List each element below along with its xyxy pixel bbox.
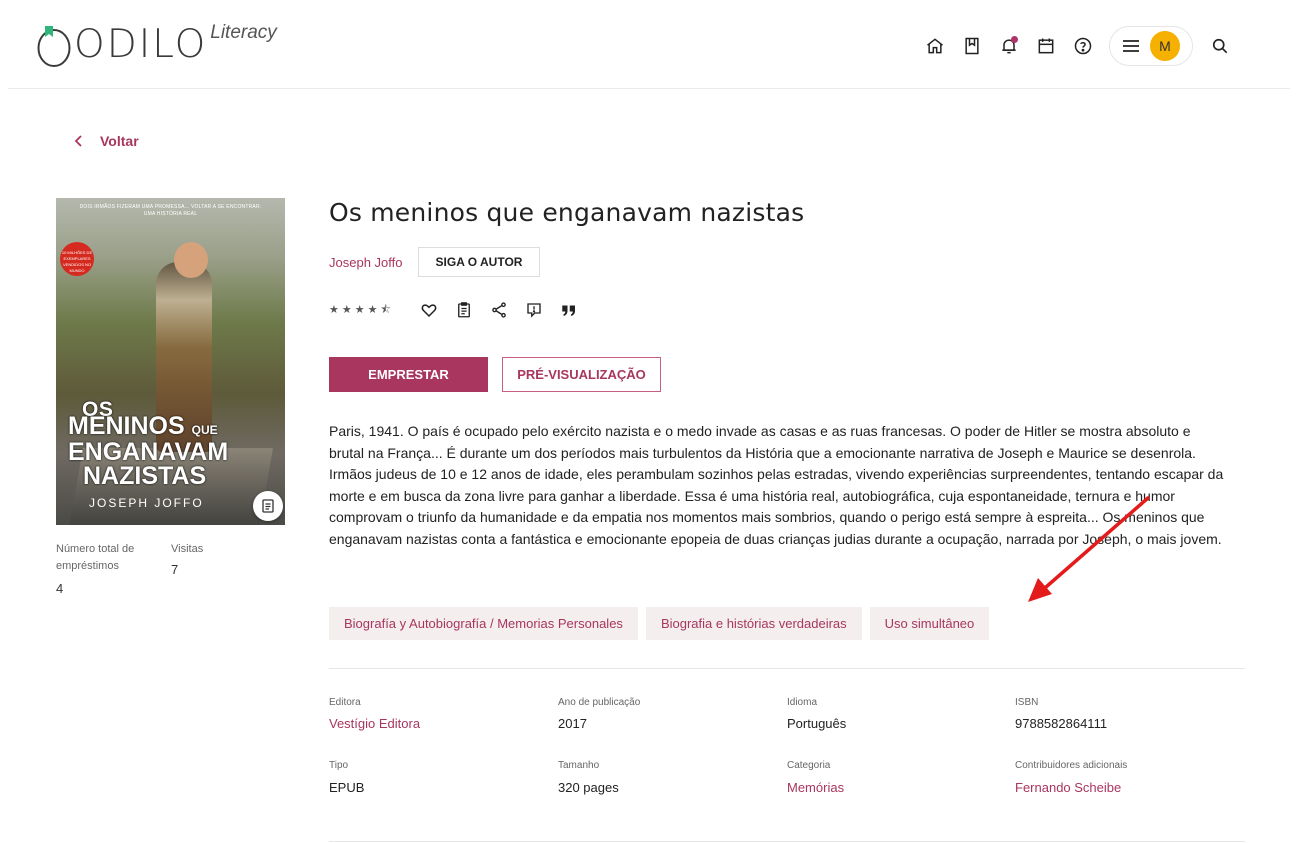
cover-author: JOSEPH JOFFO: [89, 496, 204, 510]
share-icon[interactable]: [488, 299, 510, 321]
contributors-label: Contribuidores adicionais: [1015, 760, 1128, 771]
clipboard-icon[interactable]: [453, 299, 475, 321]
details-divider-top: [329, 668, 1245, 669]
read-button[interactable]: [253, 491, 283, 521]
logo-sub: Literacy: [210, 22, 277, 43]
category-link[interactable]: Memórias: [787, 780, 844, 795]
publisher-label: Editora: [329, 697, 361, 708]
cover-tagline-1: DOIS IRMÃOS FIZERAM UMA PROMESSA... VOLT…: [79, 204, 262, 210]
calendar-icon[interactable]: [1029, 29, 1063, 63]
cover-title-que: QUE: [191, 423, 218, 437]
report-icon[interactable]: [523, 299, 545, 321]
year-label: Ano de publicação: [558, 697, 641, 708]
category-label: Categoria: [787, 760, 831, 771]
book-cover[interactable]: DOIS IRMÃOS FIZERAM UMA PROMESSA... VOLT…: [56, 198, 285, 525]
bell-icon[interactable]: [992, 29, 1026, 63]
nav-icons: M: [918, 26, 1240, 66]
star-rating[interactable]: ★★★★⯪: [329, 301, 394, 320]
odilo-logo[interactable]: ODILO Literacy: [36, 22, 277, 72]
book-icon: [262, 499, 274, 513]
cover-tagline-2: UMA HISTÓRIA REAL: [143, 211, 198, 217]
logo-word: ODILO: [74, 22, 208, 67]
back-label: Voltar: [100, 133, 139, 149]
search-icon[interactable]: [1203, 29, 1237, 63]
header: ODILO Literacy M: [0, 0, 1298, 90]
borrow-button[interactable]: EMPRESTAR: [329, 357, 488, 392]
size-value: 320 pages: [558, 780, 619, 795]
cover-badge: 10 MILHÕES DE EXEMPLARES VENDIDOS NO MUN…: [60, 242, 94, 276]
loans-label: Número total de empréstimos: [56, 543, 135, 572]
loans-value: 4: [56, 581, 64, 596]
cover-figure-head: [174, 242, 208, 278]
follow-author-button[interactable]: SIGA O AUTOR: [418, 247, 540, 277]
tag-biography-memoirs[interactable]: Biografía y Autobiografía / Memorias Per…: [329, 607, 638, 640]
book-description: Paris, 1941. O país é ocupado pelo exérc…: [329, 423, 1224, 547]
avatar: M: [1150, 31, 1180, 61]
preview-button[interactable]: PRÉ-VISUALIZAÇÃO: [502, 357, 661, 392]
type-value: EPUB: [329, 780, 365, 795]
notification-dot: [1011, 36, 1018, 43]
tag-simultaneous-use[interactable]: Uso simultâneo: [869, 607, 990, 640]
user-menu[interactable]: M: [1109, 26, 1193, 66]
cover-title-4: NAZISTAS: [83, 462, 207, 490]
home-icon[interactable]: [918, 29, 952, 63]
language-value: Português: [787, 716, 847, 731]
chevron-left-icon: [74, 135, 82, 147]
isbn-label: ISBN: [1015, 697, 1039, 708]
tag-true-stories[interactable]: Biografia e histórias verdadeiras: [645, 607, 862, 640]
details-divider-bottom: [329, 841, 1245, 842]
quote-icon[interactable]: [558, 299, 580, 321]
bookmark-icon[interactable]: [955, 29, 989, 63]
help-icon[interactable]: [1066, 29, 1100, 63]
back-link[interactable]: Voltar: [72, 133, 139, 149]
type-label: Tipo: [329, 760, 349, 771]
publisher-link[interactable]: Vestígio Editora: [329, 716, 420, 731]
visits-label: Visitas: [171, 543, 204, 555]
cover-tagline: DOIS IRMÃOS FIZERAM UMA PROMESSA... VOLT…: [56, 204, 285, 218]
author-link[interactable]: Joseph Joffo: [329, 255, 402, 270]
heart-icon[interactable]: [418, 299, 440, 321]
book-title: Os meninos que enganavam nazistas: [329, 198, 805, 227]
cover-title-2-text: MENINOS: [68, 412, 185, 440]
logo-ring-icon: [36, 24, 72, 67]
year-value: 2017: [558, 716, 587, 731]
action-bar: ★★★★⯪: [329, 298, 593, 322]
size-label: Tamanho: [558, 760, 600, 771]
language-label: Idioma: [787, 697, 818, 708]
visits-value: 7: [171, 562, 179, 577]
tag-list: Biografía y Autobiografía / Memorias Per…: [329, 607, 997, 640]
menu-icon: [1123, 40, 1139, 52]
contributors-link[interactable]: Fernando Scheibe: [1015, 780, 1121, 795]
header-divider: [8, 88, 1290, 89]
isbn-value: 9788582864111: [1015, 716, 1108, 731]
